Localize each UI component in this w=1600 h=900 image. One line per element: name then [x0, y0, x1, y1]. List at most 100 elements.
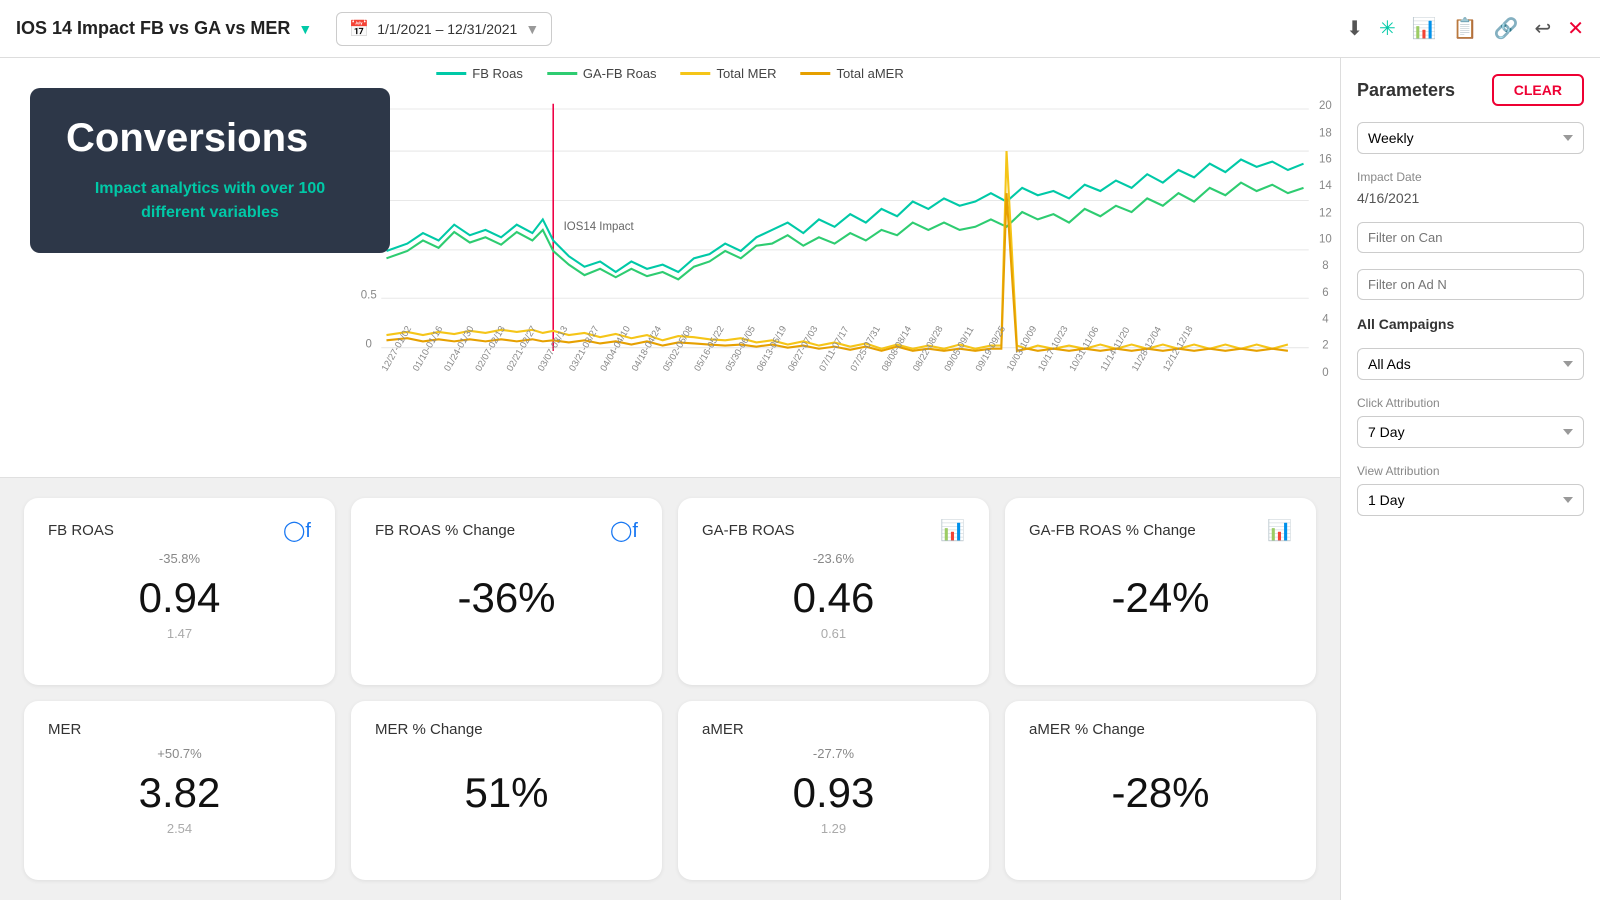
card-gafb-roas-prev: 0.61	[702, 626, 965, 641]
card-mer: MER +50.7% 3.82 2.54	[24, 701, 335, 880]
header-actions: ⬇ ✳ 📊 📋 🔗 ↩ ✕	[1346, 16, 1584, 41]
granularity-row: Weekly Daily Monthly	[1357, 122, 1584, 154]
asterisk-icon[interactable]: ✳	[1379, 16, 1396, 41]
metric-cards: FB ROAS ◯f -35.8% 0.94 1.47 FB ROAS % Ch…	[0, 478, 1340, 900]
svg-text:2: 2	[1322, 340, 1328, 352]
card-fb-roas-pct: FB ROAS % Change ◯f -36%	[351, 498, 662, 685]
svg-text:10/17-10/23: 10/17-10/23	[1035, 324, 1069, 373]
card-gafb-roas-header: GA-FB ROAS 📊	[702, 518, 965, 543]
svg-text:05/30-06/05: 05/30-06/05	[723, 324, 757, 373]
svg-text:20: 20	[1319, 100, 1332, 112]
legend-fb-roas-line	[436, 72, 466, 75]
hero-subtitle: Impact analytics with over 100 different…	[66, 177, 354, 225]
svg-text:10: 10	[1319, 234, 1332, 246]
legend-total-amer: Total aMER	[801, 66, 904, 81]
card-amer-value: 0.93	[702, 769, 965, 817]
legend-fb-roas-label: FB Roas	[472, 66, 523, 81]
fb-icon-2: ◯f	[610, 518, 638, 543]
title-dropdown-icon[interactable]: ▼	[298, 21, 312, 37]
card-fb-roas: FB ROAS ◯f -35.8% 0.94 1.47	[24, 498, 335, 685]
card-gafb-roas-pct-value: -24%	[1029, 574, 1292, 622]
report-title-text: IOS 14 Impact FB vs GA vs MER	[16, 18, 290, 39]
card-mer-pct: MER % Change 51%	[351, 701, 662, 880]
impact-date-value: 4/16/2021	[1357, 190, 1584, 206]
svg-text:05/16-05/22: 05/16-05/22	[691, 324, 725, 373]
clear-button[interactable]: CLEAR	[1492, 74, 1584, 106]
card-fb-roas-change: -35.8%	[48, 551, 311, 566]
close-icon[interactable]: ✕	[1567, 16, 1584, 41]
panel-top-row: Parameters CLEAR	[1357, 74, 1584, 106]
card-amer-header: aMER	[702, 721, 965, 738]
legend-total-mer: Total MER	[681, 66, 777, 81]
hero-overlay: Conversions Impact analytics with over 1…	[30, 88, 390, 253]
filter-campaign-input[interactable]	[1357, 222, 1584, 253]
barchart-icon[interactable]: 📊	[1412, 16, 1437, 41]
svg-text:12/12-12/18: 12/12-12/18	[1160, 324, 1194, 373]
view-attribution-select[interactable]: 1 Day 7 Day	[1357, 484, 1584, 516]
date-dropdown-icon: ▼	[525, 21, 539, 37]
card-amer-pct-header: aMER % Change	[1029, 721, 1292, 738]
click-attribution-row: Click Attribution 7 Day 1 Day 28 Day	[1357, 396, 1584, 448]
date-range-text: 1/1/2021 – 12/31/2021	[377, 21, 517, 37]
report-title: IOS 14 Impact FB vs GA vs MER ▼	[16, 18, 312, 39]
header: IOS 14 Impact FB vs GA vs MER ▼ 📅 1/1/20…	[0, 0, 1600, 58]
card-fb-roas-pct-prev	[375, 626, 638, 641]
impact-date-label: Impact Date	[1357, 170, 1584, 184]
card-mer-pct-change	[375, 746, 638, 761]
legend-total-amer-line	[801, 72, 831, 75]
card-fb-roas-prev: 1.47	[48, 626, 311, 641]
bar-icon: 📊	[940, 518, 965, 543]
svg-text:05/02-05/08: 05/02-05/08	[660, 324, 694, 373]
ga-fb-roas-line	[386, 183, 1303, 280]
svg-text:03/21-03/27: 03/21-03/27	[566, 324, 600, 373]
granularity-select[interactable]: Weekly Daily Monthly	[1357, 122, 1584, 154]
download-icon[interactable]: ⬇	[1346, 16, 1363, 41]
legend-ga-fb-roas: GA-FB Roas	[547, 66, 657, 81]
chart-section: Conversions Impact analytics with over 1…	[0, 58, 1340, 478]
card-amer-pct: aMER % Change -28%	[1005, 701, 1316, 880]
filter-ad-input[interactable]	[1357, 269, 1584, 300]
card-mer-title: MER	[48, 721, 81, 738]
svg-text:8: 8	[1322, 260, 1328, 272]
card-gafb-roas-pct-change	[1029, 551, 1292, 566]
refresh-icon[interactable]: ↩	[1534, 16, 1551, 41]
svg-text:06/13-06/19: 06/13-06/19	[754, 324, 788, 373]
card-gafb-roas-pct-header: GA-FB ROAS % Change 📊	[1029, 518, 1292, 543]
date-picker[interactable]: 📅 1/1/2021 – 12/31/2021 ▼	[336, 12, 552, 46]
panel-title: Parameters	[1357, 80, 1455, 101]
card-amer-pct-change	[1029, 746, 1292, 761]
card-amer-change: -27.7%	[702, 746, 965, 761]
fb-icon: ◯f	[283, 518, 311, 543]
card-gafb-roas-title: GA-FB ROAS	[702, 522, 795, 539]
all-ads-select[interactable]: All Ads	[1357, 348, 1584, 380]
card-gafb-roas-pct-title: GA-FB ROAS % Change	[1029, 522, 1196, 539]
right-panel: Parameters CLEAR Weekly Daily Monthly Im…	[1340, 58, 1600, 900]
svg-text:12: 12	[1319, 207, 1332, 219]
hero-title: Conversions	[66, 116, 354, 161]
legend-total-amer-label: Total aMER	[837, 66, 904, 81]
link-icon[interactable]: 🔗	[1494, 16, 1519, 41]
svg-text:0: 0	[1322, 367, 1328, 379]
card-mer-pct-value: 51%	[375, 769, 638, 817]
card-fb-roas-value: 0.94	[48, 574, 311, 622]
svg-text:6: 6	[1322, 287, 1328, 299]
clipboard-icon[interactable]: 📋	[1453, 16, 1478, 41]
svg-text:10/31-11/06: 10/31-11/06	[1067, 324, 1101, 373]
svg-text:14: 14	[1319, 180, 1332, 192]
filter-campaign-row	[1357, 222, 1584, 253]
click-attribution-select[interactable]: 7 Day 1 Day 28 Day	[1357, 416, 1584, 448]
card-mer-pct-title: MER % Change	[375, 721, 483, 738]
view-attribution-label: View Attribution	[1357, 464, 1584, 478]
card-mer-prev: 2.54	[48, 821, 311, 836]
card-fb-roas-pct-value: -36%	[375, 574, 638, 622]
svg-text:0: 0	[366, 339, 372, 351]
calendar-icon: 📅	[349, 19, 369, 39]
legend-ga-fb-roas-line	[547, 72, 577, 75]
bar-icon-2: 📊	[1267, 518, 1292, 543]
card-fb-roas-pct-header: FB ROAS % Change ◯f	[375, 518, 638, 543]
card-fb-roas-title: FB ROAS	[48, 522, 114, 539]
card-mer-change: +50.7%	[48, 746, 311, 761]
card-amer-pct-value: -28%	[1029, 769, 1292, 817]
card-amer: aMER -27.7% 0.93 1.29	[678, 701, 989, 880]
svg-text:10/03-10/09: 10/03-10/09	[1004, 324, 1038, 373]
